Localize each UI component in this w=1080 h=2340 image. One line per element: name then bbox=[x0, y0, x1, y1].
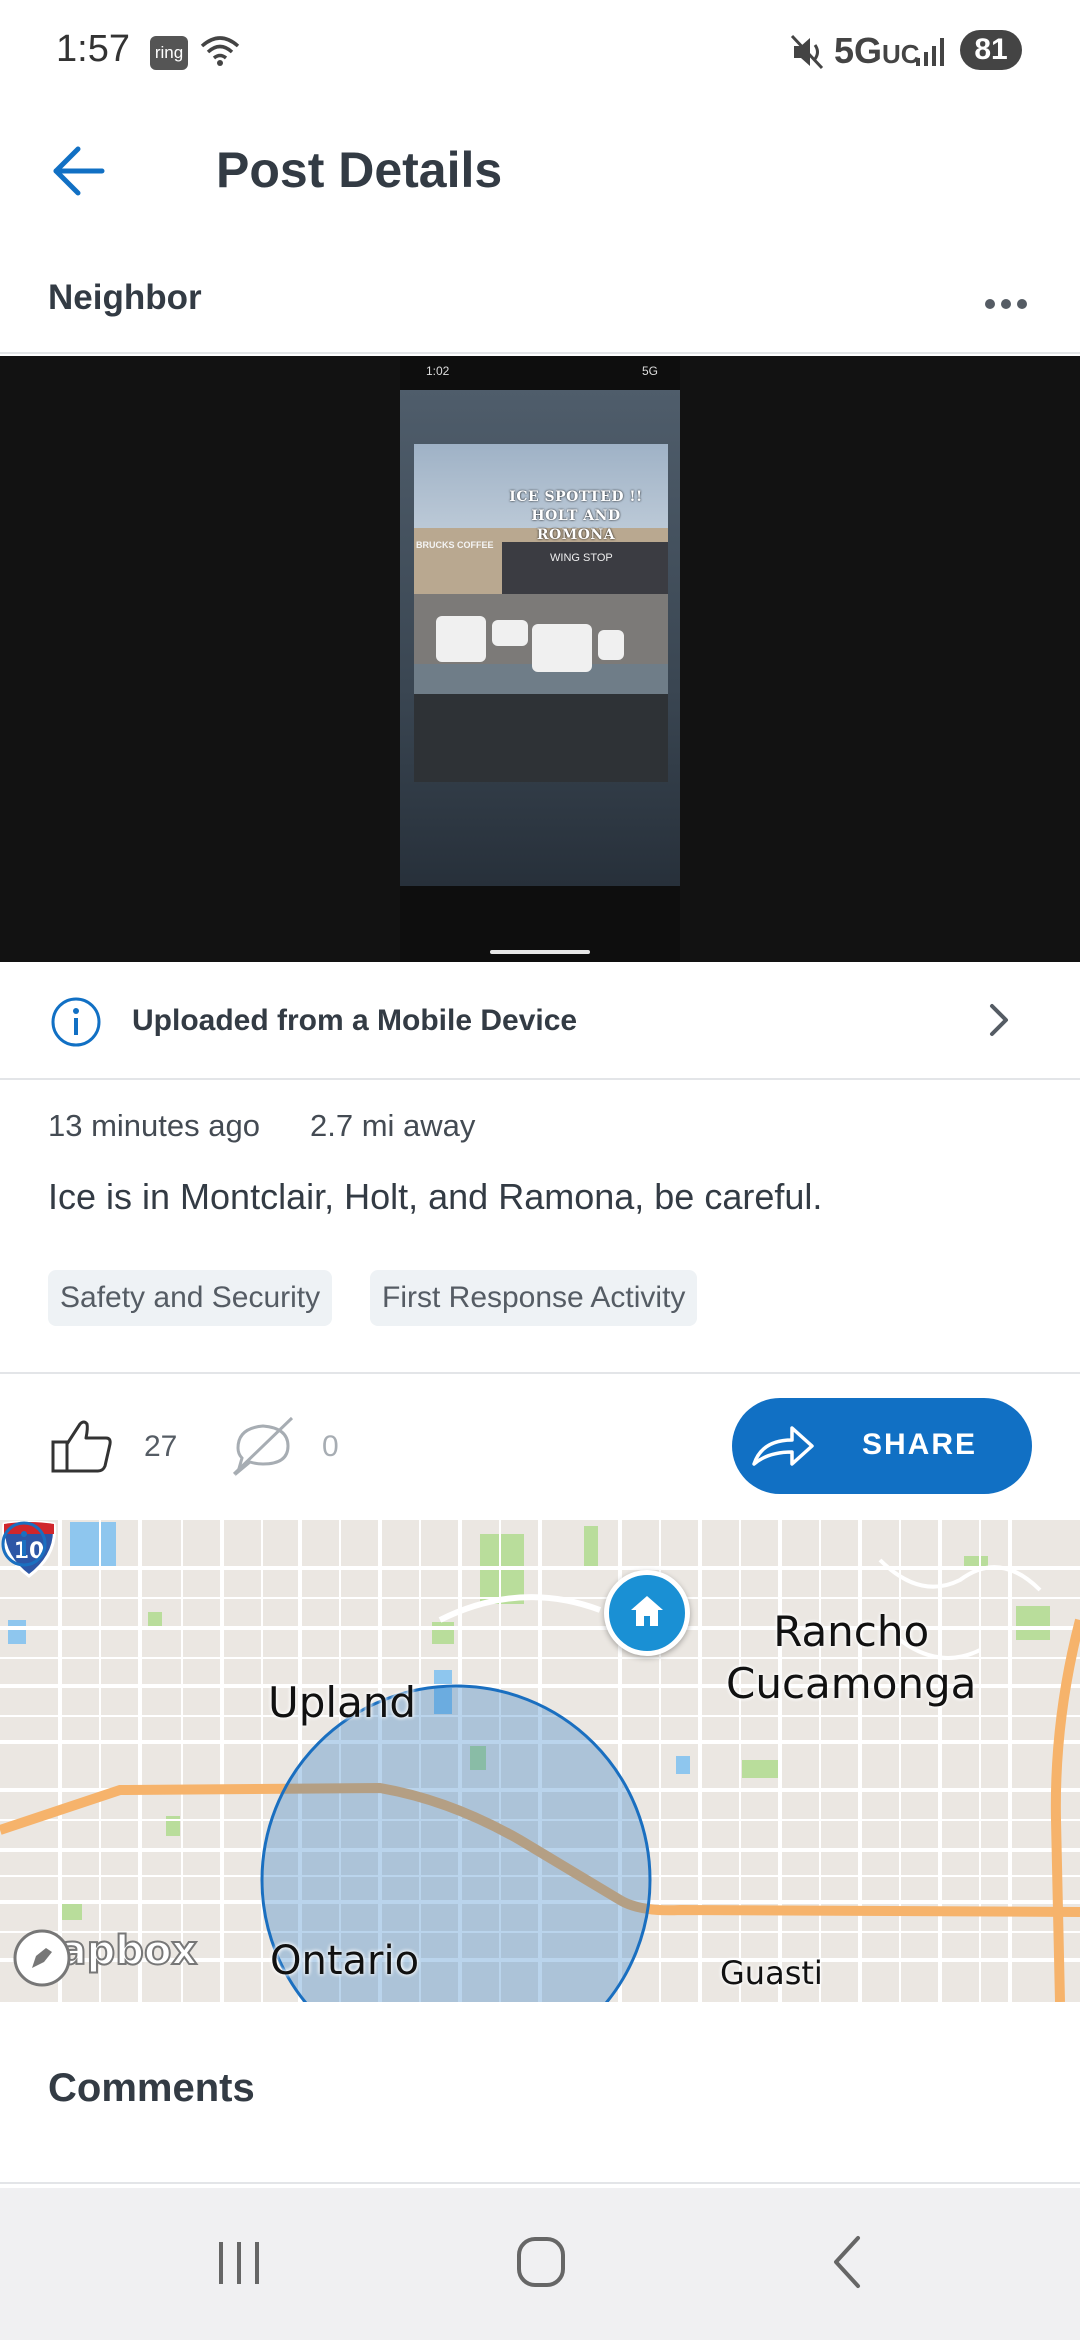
comments-section-title: Comments bbox=[48, 2066, 255, 2110]
coffee-sign: BRUCKS COFFEE bbox=[416, 540, 494, 550]
page-title: Post Details bbox=[216, 142, 503, 198]
comments-disabled-icon[interactable] bbox=[228, 1414, 298, 1480]
share-button[interactable]: SHARE bbox=[732, 1398, 1032, 1494]
info-icon bbox=[51, 997, 101, 1047]
map-label-guasti: Guasti bbox=[720, 1954, 823, 1992]
map-label-upland: Upland bbox=[268, 1678, 417, 1727]
share-icon bbox=[752, 1426, 814, 1466]
upload-source-label: Uploaded from a Mobile Device bbox=[132, 1004, 578, 1037]
mapbox-logo: mapbox bbox=[12, 1927, 198, 1987]
system-back-icon[interactable] bbox=[830, 2234, 862, 2290]
back-arrow-icon[interactable] bbox=[50, 141, 106, 201]
thumbs-up-icon[interactable] bbox=[50, 1418, 114, 1474]
media-photo: WING STOP BRUCKS COFFEE ICE SPOTTED !! H… bbox=[414, 444, 668, 782]
divider bbox=[0, 2182, 1080, 2184]
status-bar: 1:57 ring 5GUC 81 bbox=[0, 0, 1080, 105]
mapbox-logo-icon bbox=[13, 1929, 71, 1987]
store-sign: WING STOP bbox=[550, 552, 613, 564]
media-screenshot: 1:02 5G WING STOP BRUCKS COFFEE ICE SPOT… bbox=[400, 356, 680, 962]
system-nav-bar bbox=[0, 2188, 1080, 2340]
status-time: 1:57 bbox=[56, 28, 130, 70]
map-attribution-icon[interactable] bbox=[0, 1520, 48, 1568]
media-home-indicator bbox=[490, 950, 590, 954]
home-icon bbox=[631, 1596, 663, 1626]
media-phone-time: 1:02 bbox=[426, 364, 450, 378]
post-body: Ice is in Montclair, Holt, and Ramona, b… bbox=[48, 1176, 823, 1217]
map-label-ontario: Ontario bbox=[270, 1938, 420, 1984]
location-map[interactable]: 10 Upland Rancho Cucamonga Ontario Guast… bbox=[0, 1520, 1080, 2002]
upload-source-row[interactable]: Uploaded from a Mobile Device bbox=[0, 962, 1080, 1080]
share-label: SHARE bbox=[862, 1428, 978, 1461]
mute-icon bbox=[790, 34, 824, 70]
home-button-icon[interactable] bbox=[516, 2236, 566, 2288]
chevron-right-icon bbox=[990, 1004, 1008, 1036]
post-distance: 2.7 mi away bbox=[310, 1108, 476, 1143]
media-overlay-text: ICE SPOTTED !! HOLT AND ROMONA bbox=[509, 489, 643, 543]
media-phone-screen: WING STOP BRUCKS COFFEE ICE SPOTTED !! H… bbox=[400, 390, 680, 886]
author-name: Neighbor bbox=[48, 278, 202, 317]
divider bbox=[0, 1372, 1080, 1374]
comment-count: 0 bbox=[322, 1430, 339, 1463]
network-type: 5GUC bbox=[834, 30, 920, 71]
tag-safety-and-security[interactable]: Safety and Security bbox=[48, 1270, 333, 1326]
tag-first-response-activity[interactable]: First Response Activity bbox=[370, 1270, 698, 1326]
home-location-pin bbox=[604, 1570, 690, 1656]
map-label-rancho-cucamonga: Rancho Cucamonga bbox=[726, 1607, 977, 1708]
ring-app-icon: ring bbox=[150, 36, 188, 70]
battery-indicator: 81 bbox=[960, 30, 1022, 70]
more-options-icon[interactable] bbox=[984, 298, 1028, 310]
wifi-icon bbox=[200, 36, 240, 66]
signal-icon bbox=[916, 38, 944, 66]
like-count: 27 bbox=[144, 1430, 178, 1463]
media-phone-network: 5G bbox=[641, 364, 658, 378]
post-media[interactable]: 1:02 5G WING STOP BRUCKS COFFEE ICE SPOT… bbox=[0, 356, 1080, 962]
header: Post Details bbox=[0, 105, 1080, 235]
recent-apps-icon[interactable] bbox=[216, 2240, 262, 2286]
post-time-ago: 13 minutes ago bbox=[48, 1108, 260, 1143]
post-author-row: Neighbor bbox=[0, 250, 1080, 354]
